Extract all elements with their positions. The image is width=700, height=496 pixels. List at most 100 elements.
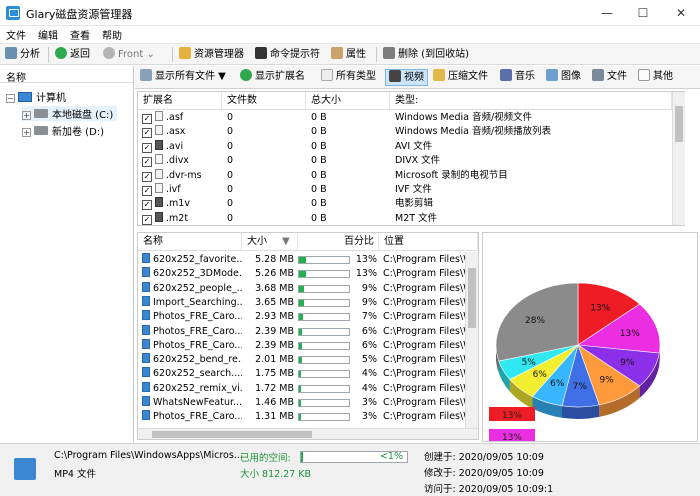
analyze-icon [5,47,17,59]
extension-row[interactable]: ✓ .m2t 0 0 B M2T 文件 [138,211,686,226]
extension-row[interactable]: ✓ .m1v 0 0 B 电影剪辑 [138,197,686,211]
back-button[interactable]: 返回 [52,46,93,63]
file-location: C:\Program Files\W [383,397,465,408]
percent-bar-fill [299,414,301,421]
used-space-fill [301,452,303,462]
column-type[interactable]: 类型: [390,92,672,110]
collapse-icon[interactable]: − [6,94,15,103]
delete-button[interactable]: 删除 (到回收站) [380,46,472,63]
file-row[interactable]: Photos_FRE_Caro... 2.39 MB 6% C:\Program Fi… [138,324,466,339]
file-name: Photos_FRE_Caro... [153,339,242,351]
front-button[interactable]: Front ⌄ [100,46,158,63]
file-row[interactable]: 620x252_3DMode... 5.26 MB 13% C:\Program Fi… [138,267,466,281]
tree-item-drive-d[interactable]: + 新加卷 (D:) [22,123,104,138]
pie-chart: 13% 13% 9% 9% 7% 6%6% 5% 28% 13% 13% [489,282,661,441]
menu-file[interactable]: 文件 [0,26,32,42]
close-button[interactable]: ✕ [664,0,698,26]
video-icon [389,70,401,82]
row-checkbox[interactable]: ✓ [142,142,152,153]
file-row[interactable]: 620x252_people_... 3.68 MB 9% C:\Program Fi… [138,281,466,296]
chevron-down-icon[interactable]: ⌄ [146,49,154,60]
file-percent: 6% [361,339,377,351]
filter-image[interactable]: 图像 [543,69,584,86]
row-checkbox[interactable]: ✓ [142,214,152,225]
file-path: C:\Program Files\WindowsApps\Micros... [54,450,243,461]
row-checkbox[interactable]: ✓ [142,200,152,211]
row-checkbox[interactable]: ✓ [142,128,152,139]
menu-view[interactable]: 查看 [64,26,96,42]
show-all-files-button[interactable]: 显示所有文件 ▼ [137,69,229,86]
column-extension[interactable]: 扩展名 [138,92,222,110]
column-percent[interactable]: 百分比 [298,233,379,251]
file-type-desc: IVF 文件 [395,184,432,195]
properties-button[interactable]: 属性 [328,46,369,63]
scrollbar-thumb[interactable] [468,268,476,328]
extension-row[interactable]: ✓ .ivf 0 0 B IVF 文件 [138,183,686,197]
filter-video[interactable]: 视频 [385,69,428,86]
extension-scrollbar[interactable] [672,92,685,225]
filter-label: 视频 [404,72,424,83]
extension-row[interactable]: ✓ .asx 0 0 B Windows Media 音频/视频播放列表 [138,125,686,139]
row-checkbox[interactable]: ✓ [142,157,152,168]
file-row[interactable]: Photos_FRE_Caro... 1.31 MB 3% C:\Program Fi… [138,410,466,424]
extension-row[interactable]: ✓ .asf 0 0 B Windows Media 音频/视频文件 [138,111,686,125]
filter-archive[interactable]: 压缩文件 [430,69,491,86]
column-name[interactable]: 名称 [138,233,242,251]
row-checkbox[interactable]: ✓ [142,114,152,124]
expand-icon[interactable]: + [22,111,31,120]
analyze-button[interactable]: 分析 [2,46,43,63]
file-row[interactable]: Photos_FRE_Caro... 2.93 MB 7% C:\Program Fi… [138,310,466,324]
file-icon [155,125,163,136]
file-vscrollbar[interactable] [465,252,478,428]
status-bar: C:\Program Files\WindowsApps\Micros... M… [0,443,700,496]
extension-name: .m1v [166,198,190,210]
scrollbar-thumb[interactable] [675,106,683,142]
filter-document[interactable]: 文件 [589,69,630,86]
filter-other[interactable]: 其他 [635,69,676,86]
column-size[interactable]: 大小 ▼ [242,233,298,251]
file-row[interactable]: 620x252_bend_re... 2.01 MB 5% C:\Program Fi… [138,353,466,367]
expand-icon[interactable]: + [22,128,31,137]
extension-row[interactable]: ✓ .divx 0 0 B DIVX 文件 [138,154,686,168]
extension-row[interactable]: ✓ .dvr-ms 0 0 B Microsoft 录制的电视节目 [138,168,686,183]
file-size: 2.01 MB [255,354,294,366]
maximize-button[interactable]: ☐ [626,0,660,26]
tree-item-computer[interactable]: − 计算机 [6,89,66,104]
cmd-button[interactable]: 命令提示符 [252,46,323,63]
row-checkbox[interactable]: ✓ [142,171,152,182]
column-size[interactable]: 总大小 [306,92,390,110]
forward-arrow-icon [103,47,115,59]
extension-row[interactable]: ✓ .avi 0 0 B AVI 文件 [138,139,686,154]
tree-item-drive-c[interactable]: + 本地磁盘 (C:) [22,106,118,121]
file-row[interactable]: Import_Searching... 3.65 MB 9% C:\Program F… [138,295,466,310]
scrollbar-thumb[interactable] [152,431,312,438]
percent-bar [298,298,350,307]
menu-help[interactable]: 帮助 [96,26,128,42]
filter-music[interactable]: 音乐 [497,69,538,86]
show-extensions-button[interactable]: 显示扩展名 [237,69,308,86]
file-count: 0 [227,112,234,123]
drive-icon [34,126,48,135]
file-type-desc: AVI 文件 [395,140,433,152]
file-hscrollbar[interactable] [138,428,478,439]
column-count[interactable]: 文件数 [222,92,306,110]
column-location[interactable]: 位置 [379,233,478,251]
file-row[interactable]: 620x252_remix_vi... 1.72 MB 4% C:\Program F… [138,381,466,396]
filter-all-types[interactable]: 所有类型 [318,69,379,86]
pie-slice-label: 7% [573,382,588,392]
file-row[interactable]: Photos_FRE_Caro... 2.39 MB 6% C:\Program Fi… [138,338,466,353]
row-checkbox[interactable]: ✓ [142,186,152,196]
video-file-icon [155,139,163,150]
file-row[interactable]: 620x252_favorite... 5.28 MB 13% C:\Program … [138,253,466,267]
file-row[interactable]: WhatsNewFeatur... 1.46 MB 3% C:\Program Fil… [138,396,466,410]
menu-edit[interactable]: 编辑 [32,26,64,42]
extension-table-header: 扩展名 文件数 总大小 类型: [138,92,672,110]
front-label: Front [118,49,144,60]
minimize-button[interactable]: — [590,0,624,26]
file-table-header: 名称 大小 ▼ 百分比 位置 [138,233,478,251]
toolbar-separator [48,47,49,62]
explorer-button[interactable]: 资源管理器 [176,46,247,63]
file-row[interactable]: 620x252_search.... 1.75 MB 4% C:\Program Fi… [138,367,466,381]
tree-header: 名称 [0,66,133,84]
video-file-icon [142,295,150,306]
